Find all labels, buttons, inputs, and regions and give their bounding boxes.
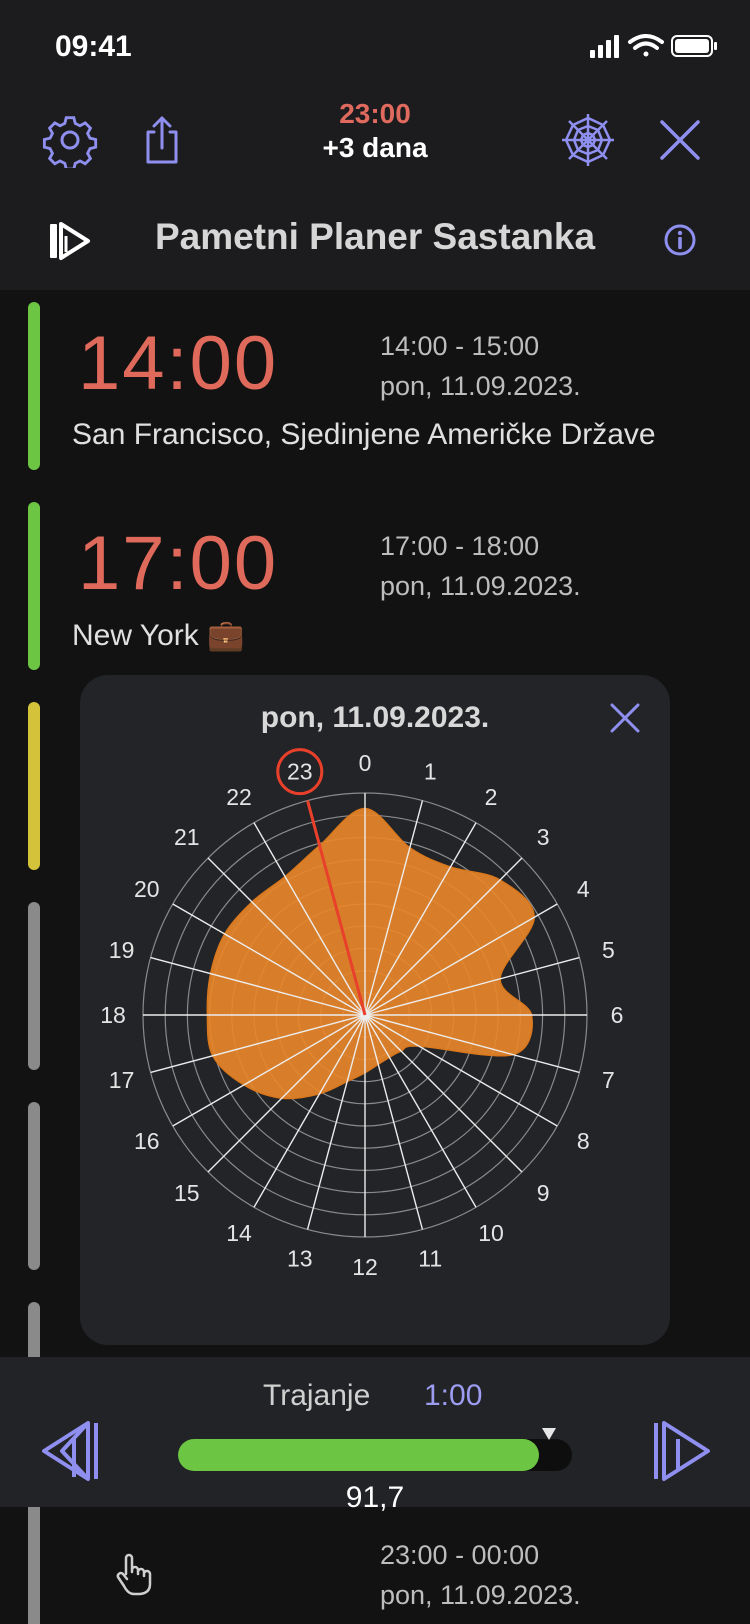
- meeting-time: 17:00: [78, 521, 279, 606]
- app-title: Pametni Planer Sastanka: [154, 216, 596, 257]
- slider-marker-icon[interactable]: [541, 1427, 557, 1441]
- meeting-range: 17:00 - 18:00 pon, 11.09.2023.: [380, 526, 581, 606]
- radar-chart[interactable]: 0 1234567891011121314151617181920212223: [80, 745, 670, 1345]
- day-chart-popup: pon, 11.09.2023. 0 1 2 3 4 5 6 7 8 9 10 11 12 13 14 15 1…: [80, 675, 670, 1345]
- info-icon: [664, 224, 696, 256]
- rewind-icon: [42, 1421, 98, 1481]
- share-button[interactable]: [134, 112, 190, 168]
- web-view-button[interactable]: [560, 112, 616, 168]
- duration-label: Trajanje: [263, 1379, 371, 1412]
- settings-button[interactable]: [42, 112, 98, 171]
- hour-label[interactable]: 12: [352, 1254, 378, 1280]
- status-bar: 09:41: [0, 0, 750, 90]
- meeting-status-bar: [28, 702, 40, 870]
- hour-label[interactable]: 2: [485, 784, 498, 810]
- data-area[interactable]: [206, 807, 535, 1100]
- gear-icon: [42, 116, 98, 171]
- info-button[interactable]: [662, 222, 698, 258]
- meeting-location: New York 💼: [72, 619, 245, 652]
- close-button[interactable]: [652, 112, 708, 168]
- hour-label[interactable]: 23: [287, 759, 313, 785]
- hour-label[interactable]: 8: [577, 1128, 590, 1154]
- toolbar: 23:00 +3 dana: [0, 90, 750, 210]
- meeting-date: pon, 11.09.2023.: [380, 1580, 581, 1610]
- meeting-range-text: 14:00 - 15:00: [380, 331, 540, 361]
- close-icon: [660, 120, 700, 160]
- hour-label[interactable]: 15: [174, 1180, 200, 1206]
- header-center: 23:00 +3 dana: [275, 98, 475, 164]
- title-bar: Pametni Planer Sastanka: [0, 200, 750, 290]
- meeting-range: 14:00 - 15:00 pon, 11.09.2023.: [380, 326, 581, 406]
- wifi-icon: [628, 34, 664, 57]
- meeting-status-bar: [28, 302, 40, 470]
- meeting-card[interactable]: 17:00 17:00 - 18:00 pon, 11.09.2023. New…: [0, 490, 750, 670]
- duration-slider[interactable]: [178, 1428, 572, 1471]
- meeting-date: pon, 11.09.2023.: [380, 371, 581, 401]
- hour-label[interactable]: 5: [602, 937, 615, 963]
- meeting-card[interactable]: 14:00 14:00 - 15:00 pon, 11.09.2023. San…: [0, 290, 750, 470]
- status-icons: [590, 32, 720, 67]
- close-icon: [610, 703, 640, 733]
- slider-value: 91,7: [345, 1481, 405, 1514]
- tap-hand-button[interactable]: [114, 1552, 154, 1596]
- meeting-range-text: 17:00 - 18:00: [380, 531, 540, 561]
- slider-fill: [178, 1439, 540, 1471]
- hour-label[interactable]: 17: [109, 1067, 135, 1093]
- next-button[interactable]: [646, 1415, 718, 1487]
- previous-button[interactable]: [34, 1415, 106, 1487]
- day-offset: +3 dana: [322, 132, 428, 163]
- signal-icon: [590, 35, 619, 58]
- spider-web-icon: [562, 114, 614, 166]
- duration-value[interactable]: 1:00: [424, 1379, 482, 1413]
- selected-time: 23:00: [339, 98, 411, 129]
- meeting-status-bar: [28, 502, 40, 670]
- hour-label[interactable]: 7: [602, 1067, 615, 1093]
- meeting-status-bar: [28, 902, 40, 1070]
- popup-date: pon, 11.09.2023.: [260, 701, 490, 734]
- bottom-controls: Trajanje 1:00 91,7: [0, 1357, 750, 1514]
- hour-label[interactable]: 4: [577, 876, 590, 902]
- hour-label[interactable]: 1: [424, 759, 437, 785]
- hour-label[interactable]: 21: [174, 824, 200, 850]
- battery-icon: [671, 35, 717, 57]
- hour-label[interactable]: 20: [134, 876, 160, 902]
- hour-label[interactable]: 3: [537, 824, 550, 850]
- hour-label[interactable]: 9: [537, 1180, 550, 1206]
- fast-forward-icon: [654, 1421, 710, 1481]
- hour-label[interactable]: 13: [287, 1245, 313, 1271]
- hour-label[interactable]: 18: [100, 1002, 126, 1028]
- meeting-location: San Francisco, Sjedinjene Američke Držav…: [72, 418, 656, 451]
- hour-label[interactable]: 16: [134, 1128, 160, 1154]
- share-icon: [146, 116, 178, 164]
- hour-label[interactable]: 14: [226, 1220, 252, 1246]
- meeting-time: 14:00: [78, 321, 279, 406]
- status-time: 09:41: [55, 30, 132, 63]
- popup-close-button[interactable]: [600, 693, 650, 743]
- hour-label[interactable]: 11: [418, 1245, 442, 1271]
- hour-label[interactable]: 6: [611, 1002, 624, 1028]
- hand-pointer-icon: [116, 1553, 152, 1596]
- meeting-status-bar: [28, 1102, 40, 1270]
- hour-label[interactable]: 19: [109, 937, 135, 963]
- meeting-range-text: 23:00 - 00:00: [380, 1540, 540, 1570]
- hour-label[interactable]: 10: [478, 1220, 504, 1246]
- hour-label[interactable]: 0: [359, 750, 372, 776]
- meeting-date: pon, 11.09.2023.: [380, 571, 581, 601]
- hour-label[interactable]: 22: [226, 784, 252, 810]
